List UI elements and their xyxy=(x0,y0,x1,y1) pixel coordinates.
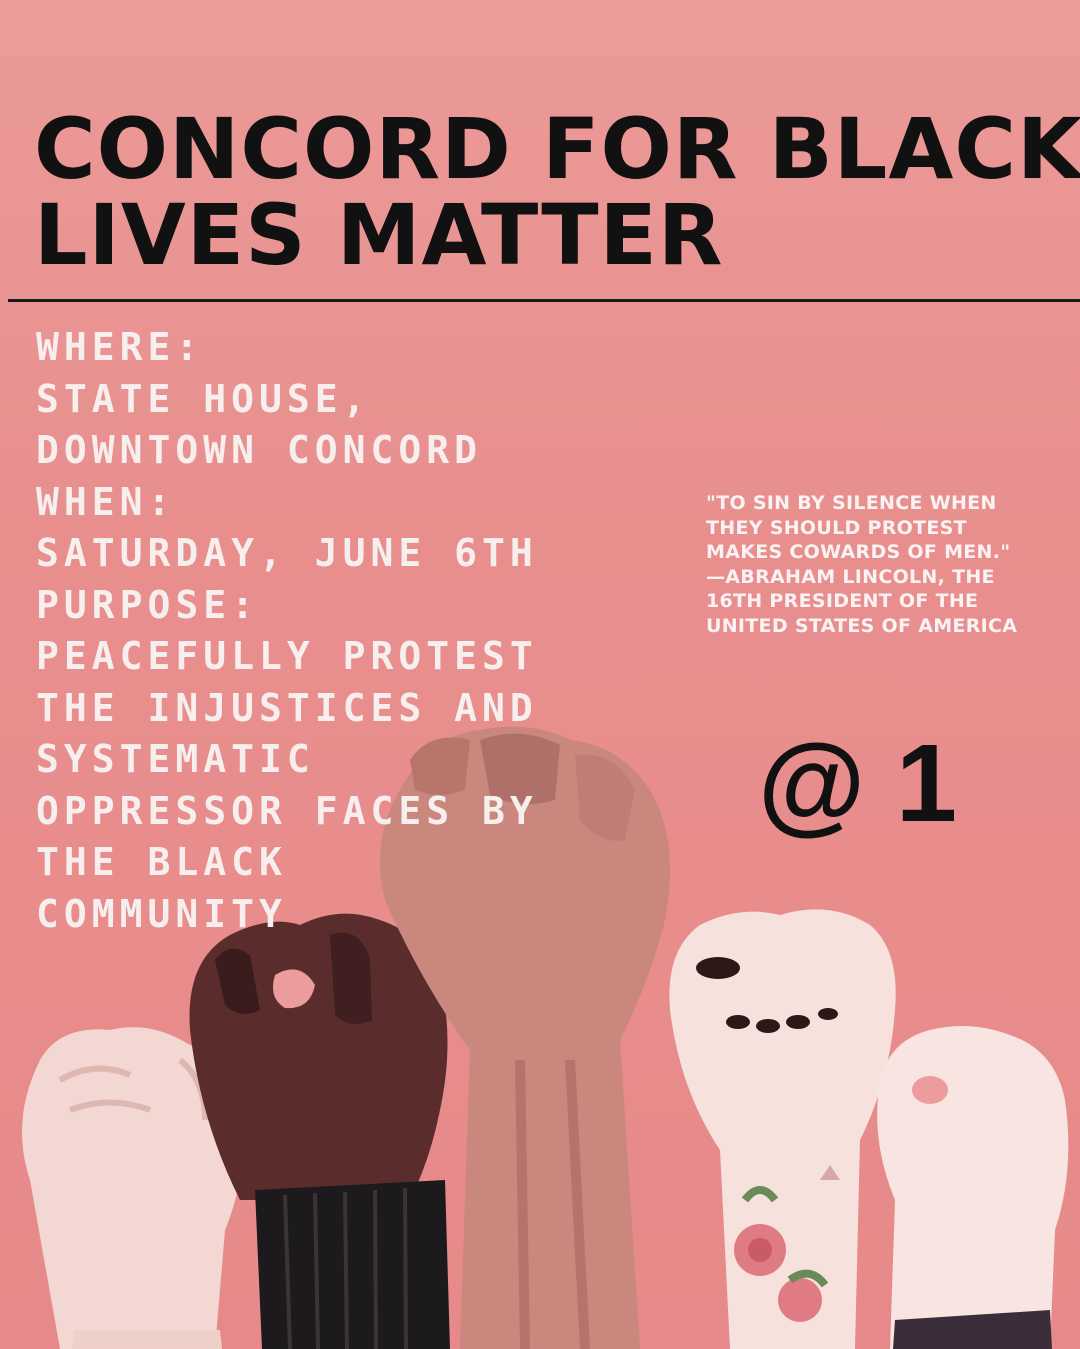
purpose-line-2: THE INJUSTICES AND xyxy=(36,685,538,730)
purpose-line-6: COMMUNITY xyxy=(36,891,287,936)
protest-poster: CONCORD FOR BLACK LIVES MATTER WHERE: ST… xyxy=(0,0,1080,1349)
event-details: WHERE: STATE HOUSE, DOWNTOWN CONCORD WHE… xyxy=(36,322,656,940)
dark-fist-icon xyxy=(189,913,450,1349)
light-fist-right-icon xyxy=(877,1026,1069,1349)
purpose-line-4: OPPRESSOR FACES BY xyxy=(36,788,538,833)
when-label: WHEN: xyxy=(36,479,176,524)
where-line-2: DOWNTOWN CONCORD xyxy=(36,428,483,472)
purpose-line-3: SYSTEMATIC xyxy=(36,737,315,781)
where-label: WHERE: xyxy=(36,325,204,369)
where-line-1: STATE HOUSE, xyxy=(36,376,371,421)
purpose-line-5: THE BLACK xyxy=(36,840,287,884)
painted-nails-fist-icon xyxy=(669,909,896,1349)
purpose-line-1: PEACEFULLY PROTEST xyxy=(36,634,538,678)
when-value: SATURDAY, JUNE 6TH xyxy=(36,531,538,575)
purpose-label: PURPOSE: xyxy=(36,582,260,627)
